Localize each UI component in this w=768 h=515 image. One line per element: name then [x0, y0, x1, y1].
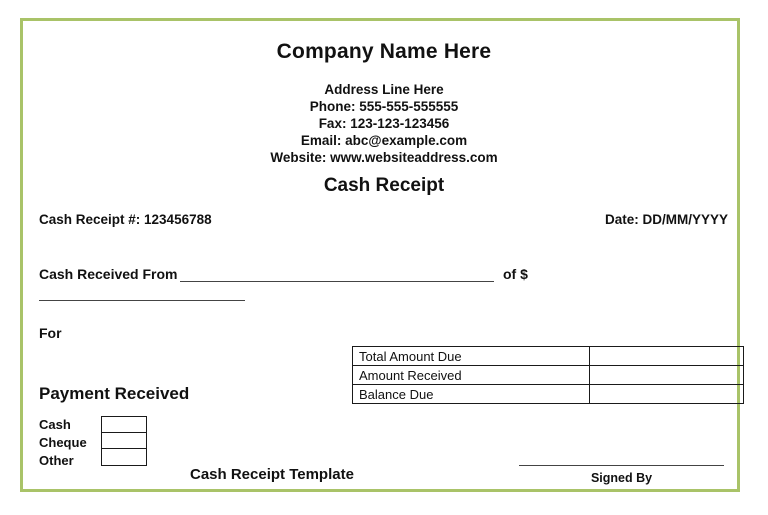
signature-line[interactable] — [519, 465, 724, 466]
payment-method-cheque-checkbox[interactable] — [102, 433, 146, 449]
table-row: Amount Received — [352, 365, 744, 385]
table-row: Balance Due — [352, 384, 744, 404]
company-email-line: Email: abc@example.com — [300, 133, 468, 148]
amount-received-value[interactable] — [589, 365, 744, 385]
cash-received-from-label: Cash Received From — [39, 266, 178, 282]
company-name: Company Name Here — [276, 40, 492, 63]
amount-received-label: Amount Received — [352, 365, 590, 385]
amounts-table: Total Amount Due Amount Received Balance… — [352, 346, 744, 404]
company-address-line: Address Line Here — [324, 82, 444, 97]
cash-receipt-document: Company Name Here Address Line Here Phon… — [0, 0, 768, 515]
receipt-content: Company Name Here Address Line Here Phon… — [0, 0, 768, 515]
payment-method-checkboxes — [101, 416, 147, 466]
company-phone-line: Phone: 555-555-555555 — [309, 99, 459, 114]
payment-method-other-checkbox[interactable] — [102, 449, 146, 465]
table-row: Total Amount Due — [352, 346, 744, 366]
signed-by-label: Signed By — [590, 471, 653, 485]
payment-method-cash-checkbox[interactable] — [102, 417, 146, 433]
cash-received-from-input-line-2[interactable] — [39, 300, 245, 301]
company-website-line: Website: www.websiteaddress.com — [270, 150, 498, 165]
payment-method-cash-label: Cash — [39, 417, 71, 432]
total-amount-due-value[interactable] — [589, 346, 744, 366]
receipt-date-label: Date: DD/MM/YYYY — [604, 212, 728, 227]
balance-due-label: Balance Due — [352, 384, 590, 404]
company-fax-line: Fax: 123-123-123456 — [318, 116, 450, 131]
payment-received-heading: Payment Received — [39, 384, 190, 403]
footer-template-title: Cash Receipt Template — [190, 466, 354, 483]
of-amount-label: of $ — [503, 266, 528, 282]
payment-method-cheque-label: Cheque — [39, 435, 87, 450]
cash-received-from-input-line[interactable] — [180, 281, 494, 282]
document-title: Cash Receipt — [323, 175, 445, 196]
balance-due-value[interactable] — [589, 384, 744, 404]
for-label: For — [39, 325, 62, 341]
payment-method-other-label: Other — [39, 453, 74, 468]
total-amount-due-label: Total Amount Due — [352, 346, 590, 366]
receipt-number-label: Cash Receipt #: 123456788 — [39, 212, 212, 227]
